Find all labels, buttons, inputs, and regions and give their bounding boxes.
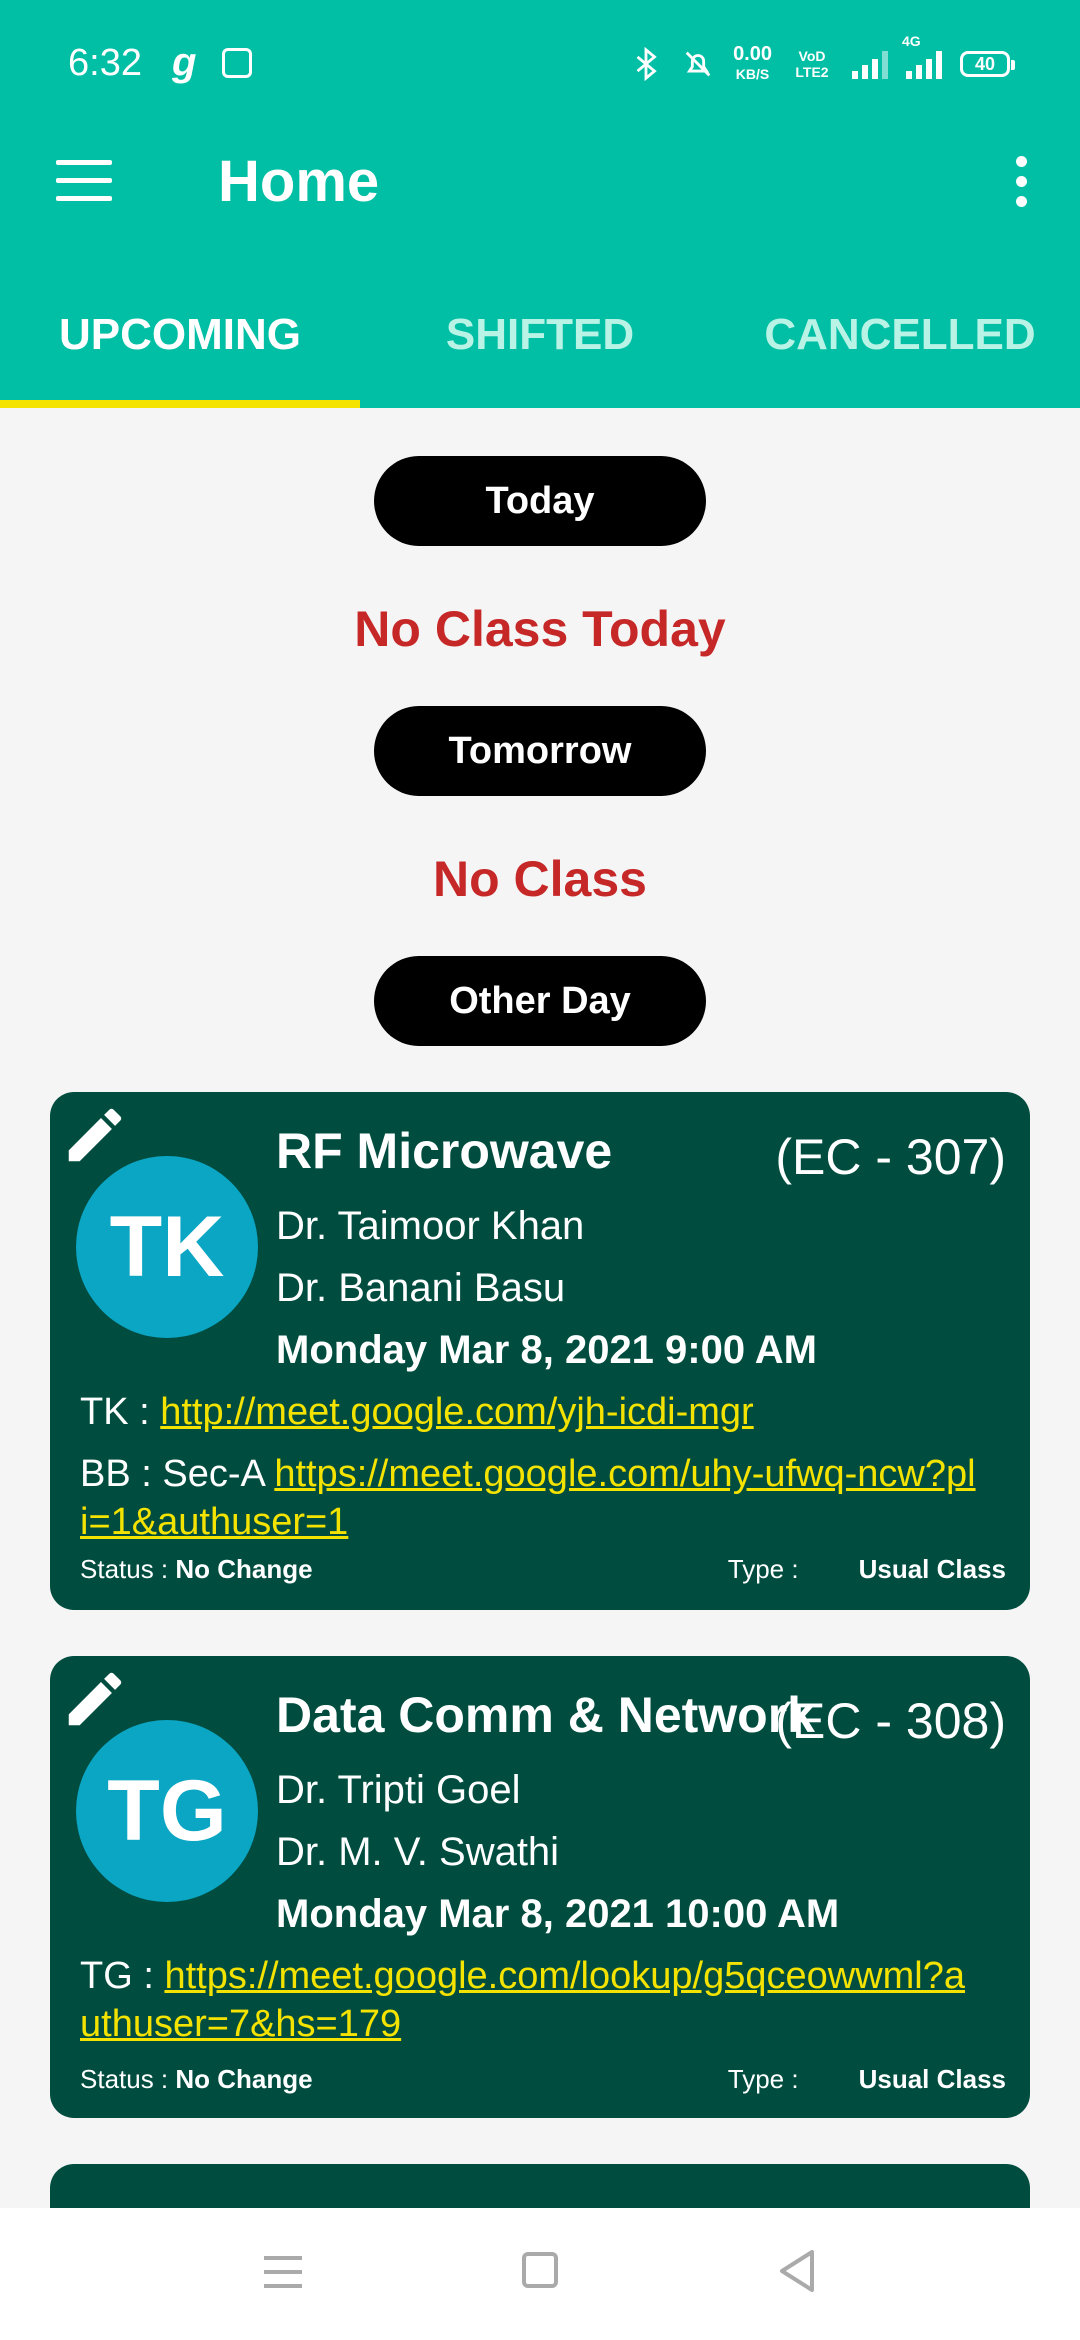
battery-icon: 40 <box>960 51 1015 77</box>
other-day-button[interactable]: Other Day <box>374 956 706 1046</box>
g-app-icon: g <box>172 40 197 84</box>
bluetooth-icon <box>636 47 657 81</box>
tab-bar: UPCOMING SHIFTED CANCELLED <box>0 296 1080 408</box>
tab-upcoming[interactable]: UPCOMING <box>0 296 360 408</box>
status-line: Status : No Change <box>80 2064 313 2094</box>
meet-link-line: TK : http://meet.google.com/yjh-icdi-mgr <box>80 1391 754 1433</box>
teacher-name: Dr. Banani Basu <box>276 1266 566 1310</box>
meet-link[interactable]: http://meet.google.com/yjh-icdi-mgr <box>160 1391 753 1433</box>
meet-link[interactable]: https://meet.google.com/lookup/g5qceowwm… <box>80 1955 965 2045</box>
teacher-avatar: TG <box>76 1720 258 1902</box>
teacher-avatar: TK <box>76 1156 258 1338</box>
menu-icon[interactable] <box>56 160 112 204</box>
meet-link-line: TG : https://meet.google.com/lookup/g5qc… <box>80 1955 966 2045</box>
home-icon[interactable] <box>522 2252 558 2288</box>
class-datetime: Monday Mar 8, 2021 9:00 AM <box>276 1328 817 1372</box>
signal-4g-icon: 4G <box>902 33 942 79</box>
tab-shifted[interactable]: SHIFTED <box>360 296 720 408</box>
network-speed: 0.00 KB/S <box>733 43 772 82</box>
teacher-name: Dr. Tripti Goel <box>276 1768 521 1812</box>
toolbar: Home <box>0 132 1080 232</box>
recent-apps-icon[interactable] <box>264 2256 302 2290</box>
type-line: Type : Usual Class <box>727 1554 1006 1584</box>
status-value: No Change <box>175 1554 313 1584</box>
system-nav-bar <box>0 2208 1080 2340</box>
teacher-name: Dr. Taimoor Khan <box>276 1204 585 1248</box>
tomorrow-message: No Class <box>433 851 647 907</box>
subject-title: RF Microwave <box>276 1123 613 1179</box>
class-datetime: Monday Mar 8, 2021 10:00 AM <box>276 1892 840 1936</box>
signal-icon <box>852 49 888 79</box>
edit-pencil-icon[interactable] <box>60 1100 130 1170</box>
tab-cancelled[interactable]: CANCELLED <box>720 296 1080 408</box>
edit-pencil-icon[interactable] <box>60 1664 130 1734</box>
status-time: 6:32 <box>68 42 142 84</box>
type-line: Type : Usual Class <box>727 2064 1006 2094</box>
tomorrow-button[interactable]: Tomorrow <box>374 706 706 796</box>
today-button[interactable]: Today <box>374 456 706 546</box>
type-value: Usual Class <box>858 2064 1006 2094</box>
app-bar: 6:32 g 0.00 KB/S VoD LTE2 4G 40 Home UPCO… <box>0 0 1080 408</box>
status-line: Status : No Change <box>80 1554 313 1584</box>
status-bar: 6:32 g 0.00 KB/S VoD LTE2 4G 40 <box>0 0 1080 132</box>
volte-badge: VoD LTE2 <box>795 48 829 80</box>
status-value: No Change <box>175 2064 313 2094</box>
class-card[interactable]: TK RF Microwave (EC - 307) Dr. Taimoor K… <box>50 1092 1030 1610</box>
calculator-icon <box>222 48 252 78</box>
course-code: (EC - 307) <box>775 1129 1006 1185</box>
page-title: Home <box>218 149 380 214</box>
more-options-icon[interactable] <box>1016 156 1028 208</box>
class-card[interactable]: TG Data Comm & Network (EC - 308) Dr. Tr… <box>50 1656 1030 2118</box>
mute-bell-icon <box>685 51 711 77</box>
today-message: No Class Today <box>354 601 726 657</box>
type-value: Usual Class <box>858 1554 1006 1584</box>
meet-link-line: BB : Sec-A https://meet.google.com/uhy-u… <box>80 1453 976 1543</box>
subject-title: Data Comm & Network <box>276 1687 815 1743</box>
teacher-name: Dr. M. V. Swathi <box>276 1830 560 1874</box>
course-code: (EC - 308) <box>775 1693 1006 1749</box>
back-icon[interactable] <box>776 2248 816 2294</box>
